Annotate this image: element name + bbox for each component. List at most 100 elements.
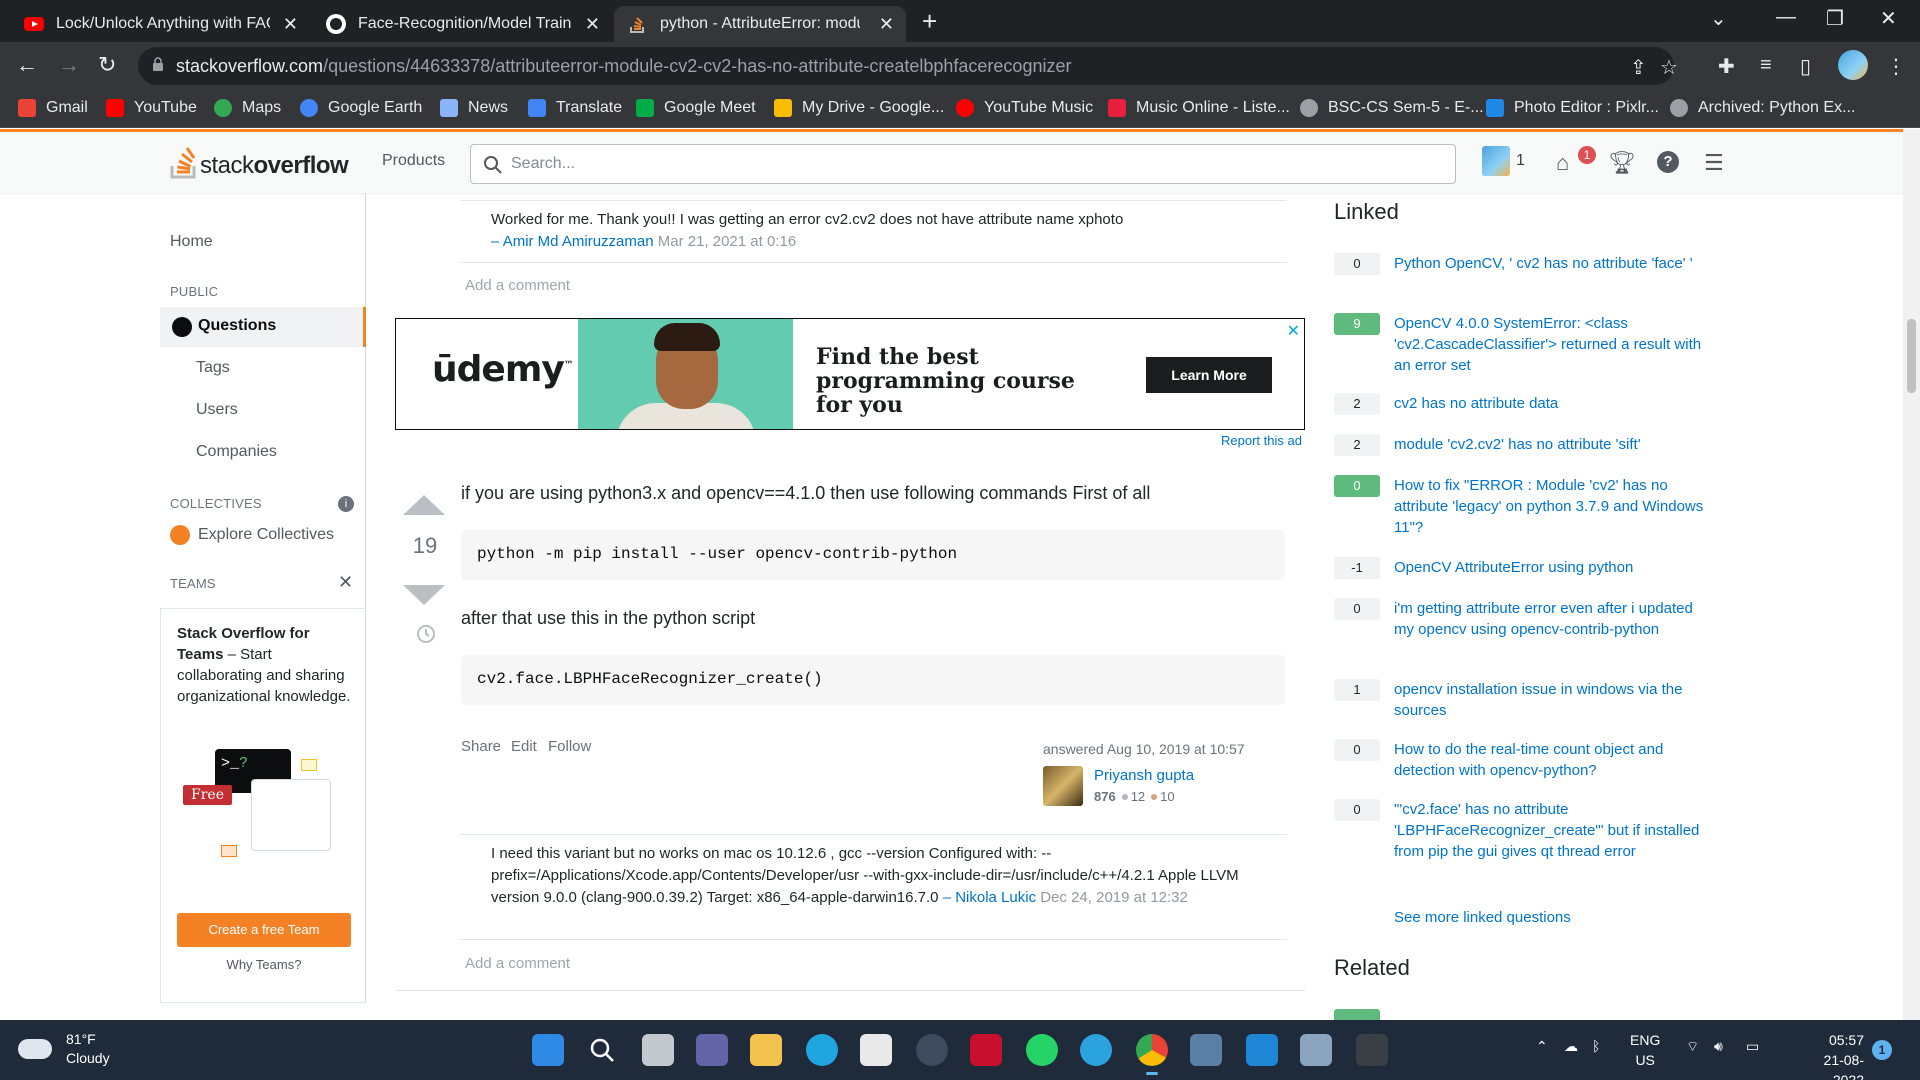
linked-title[interactable]: "'cv2.face' has no attribute 'LBPHFaceRe… xyxy=(1394,799,1714,862)
teams-chat-icon[interactable] xyxy=(696,1034,728,1066)
share-icon[interactable]: ⇪ xyxy=(1630,55,1647,80)
media-queue-icon[interactable]: ≡ xyxy=(1760,54,1772,77)
clock[interactable]: 05:57 21-08-2022 xyxy=(1794,1030,1864,1080)
report-ad-link[interactable]: Report this ad xyxy=(1221,433,1302,448)
linked-title[interactable]: opencv installation issue in windows via… xyxy=(1394,679,1714,721)
minimize-icon[interactable]: — xyxy=(1776,6,1796,29)
why-teams-link[interactable]: Why Teams? xyxy=(161,957,367,972)
bookmark-youtube[interactable]: YouTube xyxy=(106,99,197,117)
answer-user-link[interactable]: Priyansh gupta xyxy=(1094,767,1194,784)
scrollbar-thumb[interactable] xyxy=(1907,319,1916,393)
photos-icon[interactable] xyxy=(1190,1034,1222,1066)
new-tab-button[interactable]: + xyxy=(922,6,937,37)
linked-title[interactable]: How to do the real-time count object and… xyxy=(1394,739,1714,781)
explore-collectives-link[interactable]: Explore Collectives xyxy=(170,525,334,545)
file-explorer-icon[interactable] xyxy=(750,1034,782,1066)
address-bar[interactable]: stackoverflow.com/questions/44633378/att… xyxy=(138,47,1678,85)
create-team-button[interactable]: Create a free Team xyxy=(177,913,351,947)
restore-icon[interactable]: ❐ xyxy=(1826,6,1844,31)
telegram-icon[interactable] xyxy=(1080,1034,1112,1066)
stackoverflow-logo[interactable]: stackoverflow xyxy=(168,144,349,180)
bookmark-star-icon[interactable]: ☆ xyxy=(1660,55,1678,80)
linked-title[interactable]: cv2 has no attribute data xyxy=(1394,393,1714,414)
user-avatar[interactable] xyxy=(1482,146,1510,176)
battery-icon[interactable]: ▭ xyxy=(1746,1038,1759,1055)
vscode-icon[interactable] xyxy=(1246,1034,1278,1066)
search-input[interactable]: Search... xyxy=(470,144,1456,184)
close-tab-icon[interactable]: ✕ xyxy=(879,14,894,35)
language-indicator[interactable]: ENG US xyxy=(1630,1030,1660,1070)
bookmark-music-online[interactable]: Music Online - Liste... xyxy=(1108,99,1290,117)
close-teams-icon[interactable]: ✕ xyxy=(338,572,353,593)
onedrive-cloud-icon[interactable]: ☁ xyxy=(1564,1038,1578,1055)
bookmark-my-drive[interactable]: My Drive - Google... xyxy=(774,99,944,117)
bookmark-pixlr[interactable]: Photo Editor : Pixlr... xyxy=(1486,99,1659,117)
chrome-icon[interactable] xyxy=(1136,1034,1168,1075)
bookmark-news[interactable]: News xyxy=(440,99,508,117)
close-tab-icon[interactable]: ✕ xyxy=(585,14,600,35)
linked-title[interactable]: OpenCV 4.0.0 SystemError: <class 'cv2.Ca… xyxy=(1394,313,1714,376)
products-menu[interactable]: Products xyxy=(382,152,445,170)
start-windows-icon[interactable] xyxy=(532,1034,564,1066)
add-comment-link[interactable]: Add a comment xyxy=(465,277,570,294)
volume-icon[interactable]: 🔊︎ xyxy=(1714,1038,1723,1055)
page-scrollbar[interactable] xyxy=(1903,129,1920,1020)
bookmark-google-meet[interactable]: Google Meet xyxy=(636,99,756,117)
downvote-arrow-icon[interactable] xyxy=(399,581,449,609)
site-switcher-icon[interactable]: ☰ xyxy=(1704,150,1724,176)
ad-learn-more-button[interactable]: Learn More xyxy=(1146,357,1272,393)
microsoft-store-icon[interactable] xyxy=(860,1034,892,1066)
udemy-ad-banner[interactable]: ūdemy™ Find the best programming course … xyxy=(395,318,1305,430)
bookmark-gmail[interactable]: Gmail xyxy=(18,99,88,117)
bookmark-youtube-music[interactable]: YouTube Music xyxy=(956,99,1093,117)
history-icon[interactable] xyxy=(415,623,437,645)
bookmark-archived-python[interactable]: Archived: Python Ex... xyxy=(1670,99,1855,117)
help-icon[interactable]: ? xyxy=(1657,151,1679,173)
profile-avatar[interactable] xyxy=(1838,50,1868,80)
wifi-icon[interactable]: ⌔ xyxy=(1686,1038,1699,1056)
show-hidden-icons-chevron-icon[interactable]: ⌃ xyxy=(1536,1038,1548,1055)
nav-home[interactable]: Home xyxy=(170,233,213,251)
tab-youtube[interactable]: Lock/Unlock Anything with FACE ✕ xyxy=(10,6,310,42)
whatsapp-icon[interactable] xyxy=(1026,1034,1058,1066)
achievements-trophy-icon[interactable]: 🏆︎ xyxy=(1608,150,1636,176)
nav-users[interactable]: Users xyxy=(196,401,238,419)
ad-close-icon[interactable]: ✕ xyxy=(1287,321,1300,341)
linked-title[interactable]: OpenCV AttributeError using python xyxy=(1394,557,1714,578)
close-window-icon[interactable]: ✕ xyxy=(1880,6,1897,31)
tab-stackoverflow[interactable]: python - AttributeError: module ' ✕ xyxy=(614,6,906,42)
edge-icon[interactable] xyxy=(806,1034,838,1066)
tab-search-chevron-icon[interactable]: ⌄ xyxy=(1710,6,1727,31)
weather-widget[interactable]: 81°F Cloudy xyxy=(18,1030,110,1068)
chrome-menu-icon[interactable]: ⋮ xyxy=(1886,54,1906,79)
share-link[interactable]: Share xyxy=(461,738,501,755)
reload-icon[interactable]: ↻ xyxy=(98,52,116,78)
dell-icon[interactable] xyxy=(916,1034,948,1066)
mcafee-icon[interactable] xyxy=(970,1034,1002,1066)
user-avatar[interactable] xyxy=(1043,766,1083,806)
linked-title[interactable]: How to fix "ERROR : Module 'cv2' has no … xyxy=(1394,475,1714,538)
linked-title[interactable]: i'm getting attribute error even after i… xyxy=(1394,598,1714,640)
forward-arrow-icon[interactable]: → xyxy=(58,52,80,78)
terminal-icon[interactable] xyxy=(1356,1034,1388,1066)
nav-companies[interactable]: Companies xyxy=(196,443,277,461)
notification-badge[interactable]: 1 xyxy=(1872,1040,1892,1060)
bookmark-translate[interactable]: Translate xyxy=(528,99,622,117)
linked-title[interactable]: module 'cv2.cv2' has no attribute 'sift' xyxy=(1394,434,1714,455)
close-tab-icon[interactable]: ✕ xyxy=(283,14,298,35)
nav-questions[interactable]: Questions xyxy=(160,307,366,347)
bookmark-google-earth[interactable]: Google Earth xyxy=(300,99,422,117)
extensions-puzzle-icon[interactable]: ✚ xyxy=(1718,54,1735,79)
comment-user-link[interactable]: Nikola Lukic xyxy=(955,889,1036,906)
info-icon[interactable]: i xyxy=(338,496,354,512)
tab-github[interactable]: Face-Recognition/Model Trainer.p ✕ xyxy=(312,6,612,42)
bluetooth-icon[interactable]: ᛒ xyxy=(1592,1038,1600,1054)
task-view-icon[interactable] xyxy=(642,1034,674,1066)
side-panel-icon[interactable]: ▯ xyxy=(1800,54,1811,79)
edit-link[interactable]: Edit xyxy=(511,738,537,755)
nav-tags[interactable]: Tags xyxy=(196,359,230,377)
follow-link[interactable]: Follow xyxy=(548,738,591,755)
network-tool-icon[interactable] xyxy=(1300,1034,1332,1066)
add-comment-link[interactable]: Add a comment xyxy=(465,955,570,972)
bookmark-bsc-cs[interactable]: BSC-CS Sem-5 - E-... xyxy=(1300,99,1484,117)
